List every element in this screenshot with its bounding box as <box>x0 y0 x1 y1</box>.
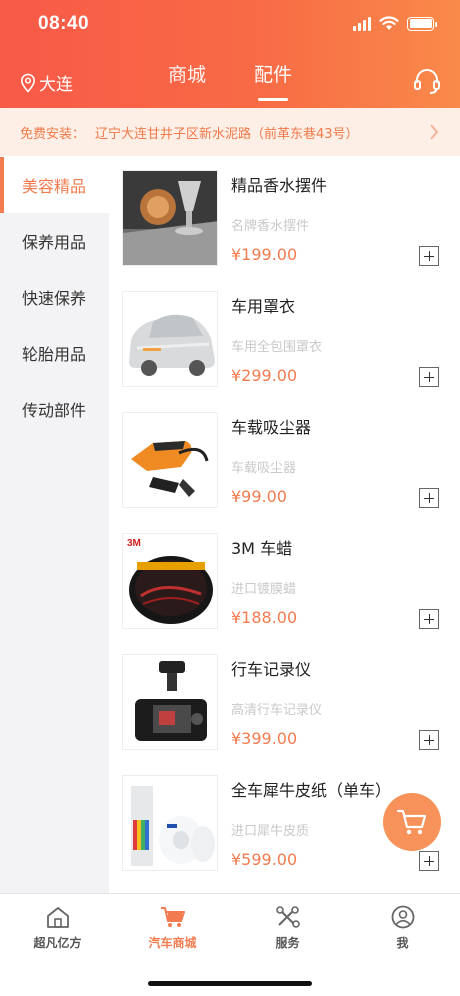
notice-address: 辽宁大连甘井子区新水泥路（前革东巷43号） <box>95 126 359 142</box>
tabbar-label: 我 <box>396 936 409 950</box>
header-tabs: 商城 配件 <box>0 60 460 101</box>
brand-3m-label: 3M <box>127 538 141 549</box>
app-header: 08:40 大连 商城 配件 <box>0 0 460 108</box>
notice-label: 免费安装： <box>20 126 86 142</box>
home-indicator <box>148 981 312 986</box>
product-price: ¥99.00 <box>231 487 287 506</box>
add-to-cart-button[interactable] <box>419 851 439 871</box>
product-price: ¥599.00 <box>231 850 298 869</box>
battery-icon <box>407 16 437 31</box>
tab-accessories[interactable]: 配件 <box>254 60 292 101</box>
product-name: 精品香水摆件 <box>231 176 328 195</box>
free-install-notice[interactable]: 免费安装： 辽宁大连甘井子区新水泥路（前革东巷43号） <box>0 108 460 156</box>
add-to-cart-button[interactable] <box>419 730 439 750</box>
sidebar-item-quick-maintenance[interactable]: 快速保养 <box>0 269 109 325</box>
dashcam-image <box>122 654 218 750</box>
product-desc: 高清行车记录仪 <box>231 703 323 718</box>
product-price: ¥188.00 <box>231 608 298 627</box>
add-to-cart-button[interactable] <box>419 246 439 266</box>
sidebar-item-tire-supplies[interactable]: 轮胎用品 <box>0 325 109 381</box>
cart-icon <box>396 809 427 835</box>
add-to-cart-button[interactable] <box>419 488 439 508</box>
category-sidebar: 美容精品 保养用品 快速保养 轮胎用品 传动部件 <box>0 157 109 893</box>
car-wax-image: 3M <box>122 533 218 629</box>
tools-icon <box>275 906 300 928</box>
cart-icon <box>160 907 185 927</box>
product-name: 3M 车蜡 <box>231 539 293 558</box>
product-item[interactable]: 车用罩衣 车用全包围罩衣 ¥299.00 <box>109 278 460 399</box>
tab-mall[interactable]: 商城 <box>168 60 206 93</box>
user-icon <box>391 905 414 929</box>
product-desc: 名牌香水摆件 <box>231 219 310 234</box>
vacuum-cleaner-image <box>122 412 218 508</box>
product-desc: 进口镀膜蜡 <box>231 582 297 597</box>
product-name: 全车犀牛皮纸（单车） <box>231 781 392 800</box>
product-price: ¥199.00 <box>231 245 298 264</box>
product-desc: 车用全包围罩衣 <box>231 340 323 355</box>
product-item[interactable]: 3M 3M 车蜡 进口镀膜蜡 ¥188.00 <box>109 520 460 641</box>
product-name: 车载吸尘器 <box>231 418 312 437</box>
sidebar-item-maintenance-supplies[interactable]: 保养用品 <box>0 213 109 269</box>
ppf-film-image <box>122 775 218 871</box>
tabbar-item-service[interactable]: 服务 <box>230 904 345 951</box>
tabbar-item-home[interactable]: 超凡亿方 <box>0 904 115 951</box>
product-item[interactable]: 精品香水摆件 名牌香水摆件 ¥199.00 <box>109 157 460 278</box>
tabbar-item-me[interactable]: 我 <box>345 904 460 951</box>
signal-icon <box>353 16 371 31</box>
home-icon <box>46 907 69 928</box>
product-price: ¥299.00 <box>231 366 298 385</box>
tabbar-label: 汽车商城 <box>148 936 197 950</box>
headset-icon[interactable] <box>412 66 442 96</box>
product-item[interactable]: 行车记录仪 高清行车记录仪 ¥399.00 <box>109 641 460 762</box>
add-to-cart-button[interactable] <box>419 367 439 387</box>
add-to-cart-button[interactable] <box>419 609 439 629</box>
product-desc: 车载吸尘器 <box>231 461 297 476</box>
tabbar-label: 服务 <box>275 936 300 950</box>
status-icons <box>353 16 437 31</box>
product-item[interactable]: 车载吸尘器 车载吸尘器 ¥99.00 <box>109 399 460 520</box>
status-time: 08:40 <box>38 13 90 34</box>
sidebar-item-drivetrain[interactable]: 传动部件 <box>0 381 109 437</box>
product-list: 精品香水摆件 名牌香水摆件 ¥199.00 车用罩衣 车用全包围罩衣 ¥299.… <box>109 157 460 893</box>
tabbar-item-mall[interactable]: 汽车商城 <box>115 904 230 951</box>
product-name: 车用罩衣 <box>231 297 296 316</box>
chevron-right-icon <box>430 124 439 140</box>
tabbar-label: 超凡亿方 <box>33 936 82 950</box>
sidebar-item-beauty[interactable]: 美容精品 <box>0 157 109 213</box>
product-name: 行车记录仪 <box>231 660 312 679</box>
product-desc: 进口犀牛皮质 <box>231 824 310 839</box>
car-cover-image <box>122 291 218 387</box>
wifi-icon <box>379 16 399 30</box>
perfume-ornament-image <box>122 170 218 266</box>
floating-cart-button[interactable] <box>383 793 441 851</box>
product-price: ¥399.00 <box>231 729 298 748</box>
